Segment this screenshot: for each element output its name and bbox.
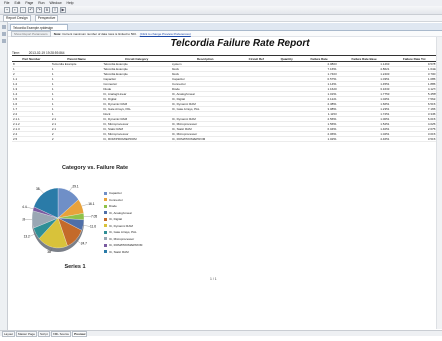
legend-swatch [104, 230, 107, 234]
toolbar: + ▪ ▫ ↶ ↷ B ≡ ▶ [0, 6, 442, 15]
tab-preview[interactable]: Preview [72, 330, 88, 337]
table-cell: 2 [50, 136, 103, 142]
slice-label: 38 [36, 187, 40, 191]
legend-item: IC, Static RAM [104, 249, 142, 256]
palette-icon[interactable] [1, 25, 6, 29]
tab-script[interactable]: Script [38, 330, 50, 337]
legend-swatch [104, 224, 107, 228]
redo-icon[interactable]: ↷ [36, 7, 42, 13]
undo-icon[interactable]: ↶ [28, 7, 34, 13]
legend-label: IC, Dynamic RAM [109, 223, 133, 228]
legend-swatch [104, 250, 107, 254]
preferences-link[interactable]: (Click to change Preview Preferences) [140, 32, 191, 36]
slice-label: 7.05 [91, 214, 97, 218]
table-cell: IC, ROM/PROM/EPROM [102, 136, 171, 142]
editor-bottom-tabs: Layout Master Page Script XML Source Pre… [0, 330, 442, 337]
series-name: Series 1 [64, 264, 86, 270]
note-label: Note: Current maximum number of data row… [54, 32, 137, 36]
menu-edit[interactable]: Edit [14, 1, 20, 5]
pie-chart: 29.1 16.1 7.05 11.6 24.7 38 13.2 18.8 4.4 38 [22, 185, 97, 255]
table-cell [272, 136, 301, 142]
editor-tab-bar [8, 23, 442, 31]
legend-swatch [104, 198, 107, 202]
tab-layout[interactable]: Layout [2, 330, 16, 337]
menu-file[interactable]: File [4, 1, 9, 5]
legend-swatch [104, 243, 107, 247]
menu-window[interactable]: Window [49, 1, 61, 5]
note-bold: Note: [53, 31, 62, 36]
legend-swatch [104, 204, 107, 208]
slice-label: 11.6 [90, 224, 96, 228]
align-icon[interactable]: ≡ [52, 7, 58, 13]
slice-label: 29.1 [73, 185, 79, 189]
slice-label: 24.7 [81, 241, 87, 245]
legend-label: Diode [109, 204, 117, 209]
table-row: 2.5 2 IC, ROM/PROM/EPROM IC, ROM/PROM/EPROM… [12, 136, 438, 142]
legend-label: IC, ROM/PROM/EPROM [109, 243, 143, 248]
legend-label: IC, Gate Arrays, PAL [109, 230, 137, 235]
table-cell: 1.0251 [300, 136, 338, 142]
table-cell: 4.4651 [337, 136, 391, 142]
menu-page[interactable]: Page [25, 1, 33, 5]
legend-label: Connector [109, 197, 123, 202]
preview-notice-bar: Show Report Parameters Note: Current max… [8, 30, 442, 37]
print-icon[interactable]: ▫ [20, 7, 26, 13]
legend-label: IC, Analog/Linear [109, 210, 133, 215]
vertical-scrollbar[interactable] [436, 37, 442, 329]
table-cell: 2.5 [12, 136, 51, 142]
slice-leader-line [26, 207, 34, 209]
show-parameters-button[interactable]: Show Report Parameters [11, 30, 51, 37]
note-text: Current maximum number of data rows is l… [62, 31, 137, 36]
new-icon[interactable]: + [4, 7, 10, 13]
legend-label: Capacitor [109, 191, 122, 196]
legend-swatch [104, 211, 107, 215]
outline-icon[interactable] [1, 39, 6, 43]
chart-title: Category vs. Failure Rate [61, 165, 129, 171]
legend-label: IC, Static RAM [109, 249, 129, 254]
menu-run[interactable]: Run [38, 1, 44, 5]
table-body: 8 Telcordia Example Telcordia Example syste… [12, 61, 438, 142]
table-cell: 3.5151 [390, 136, 438, 142]
slice-leader-line [39, 188, 44, 194]
menu-help[interactable]: Help [67, 1, 74, 5]
bold-icon[interactable]: B [44, 7, 50, 13]
perspective-bar: Report Design Perspective [0, 14, 442, 22]
slice-leader-line [83, 225, 91, 227]
left-side-panel [0, 22, 8, 330]
tab-xml-source[interactable]: XML Source [50, 330, 72, 337]
slice-label: 16.1 [88, 202, 94, 206]
slice-label: 4.4 [22, 205, 27, 209]
data-explorer-icon[interactable] [1, 32, 6, 36]
legend-swatch [104, 237, 107, 241]
report-title: Telcordia Failure Rate Report [170, 38, 310, 49]
perspective-tab[interactable]: Perspective [34, 14, 59, 22]
page-indicator: 1 / 1 [210, 277, 217, 281]
slice-label: 13.2 [24, 234, 30, 238]
save-icon[interactable]: ▪ [12, 7, 18, 13]
legend-swatch [104, 191, 107, 195]
failure-rate-table: Part Number Parent Name Circuit Category De… [12, 55, 438, 142]
legend-label: IC, Microprocessor [109, 236, 135, 241]
chart-legend: Capacitor Connector Diode IC, Analog/Linear… [104, 190, 142, 255]
slice-label: 38 [47, 250, 51, 254]
slice-label: 18.8 [22, 218, 25, 222]
editor-tab[interactable]: Telcordia Example.rptdesign [10, 24, 68, 30]
tab-master-page[interactable]: Master Page [16, 330, 38, 337]
legend-label: IC, Digital [109, 217, 123, 222]
run-icon[interactable]: ▶ [60, 7, 66, 13]
report-design-tab[interactable]: Report Design [3, 14, 31, 22]
table-cell: IC, ROM/PROM/EPROM [170, 136, 240, 142]
table-cell [239, 136, 273, 142]
legend-swatch [104, 217, 107, 221]
